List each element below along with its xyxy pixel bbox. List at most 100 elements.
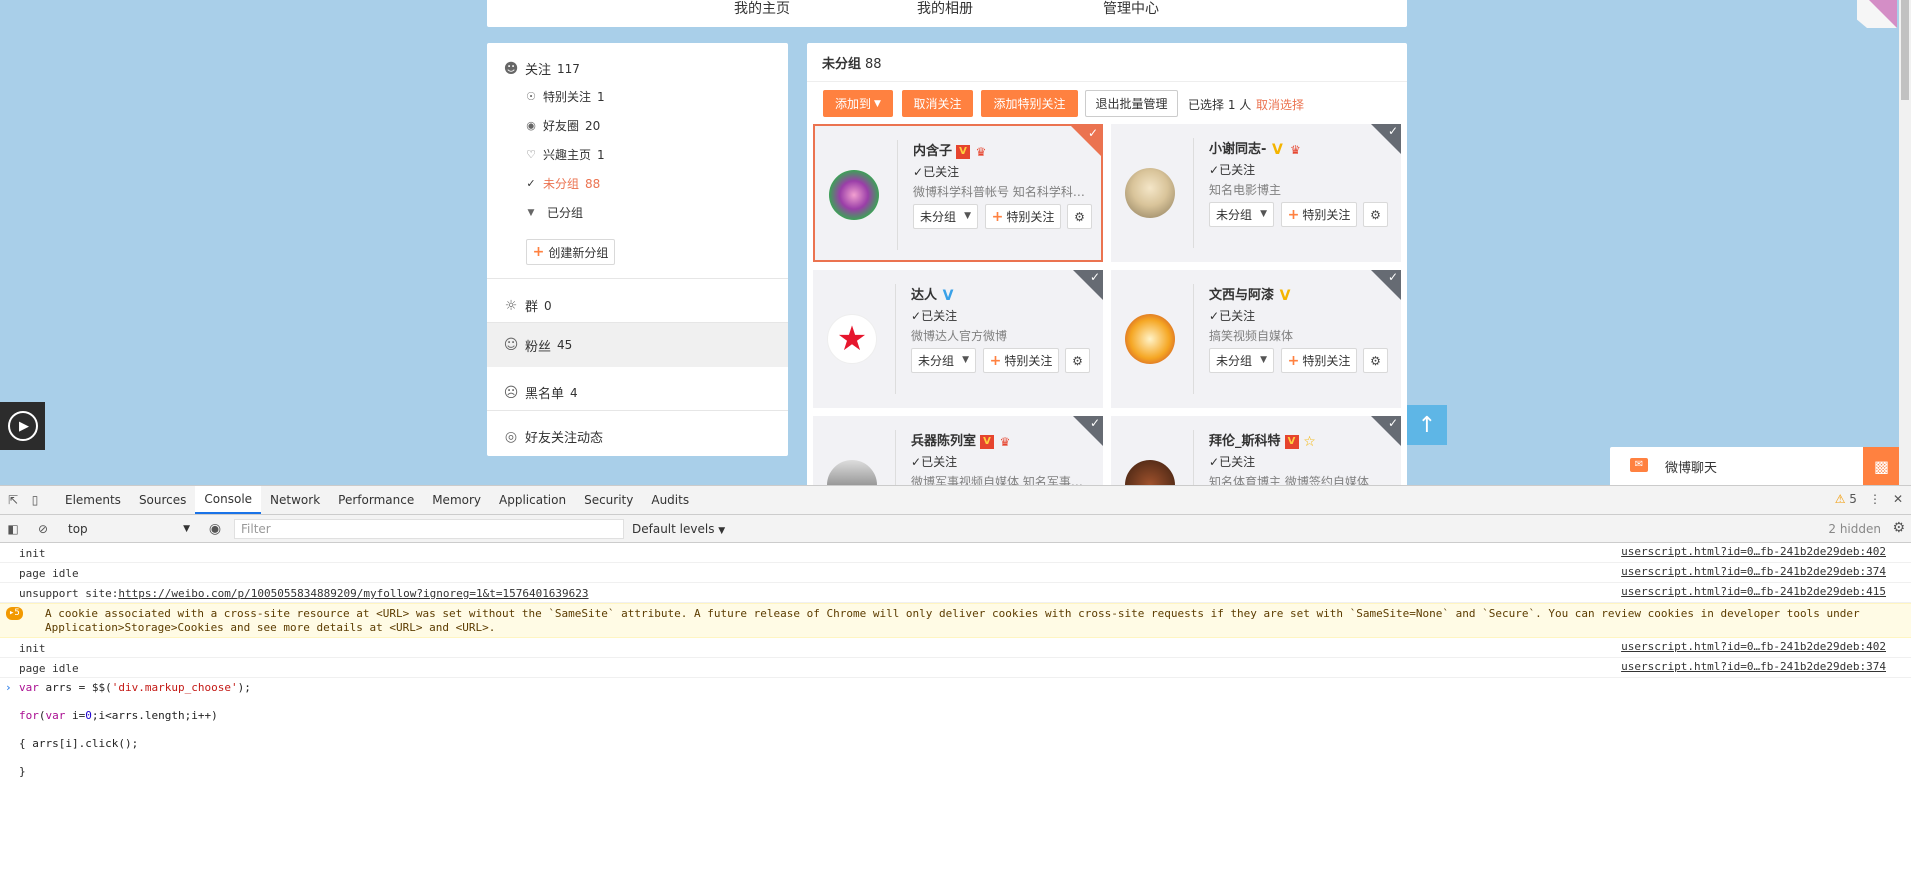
weibo-chat-bar[interactable]: ✉ 微博聊天 ▩ [1610, 447, 1900, 485]
sidebar-item-grouped[interactable]: ▼ 已分组 [524, 204, 583, 221]
sidebar-item-friend-circle[interactable]: ◉ 好友圈 20 [524, 117, 600, 134]
special-follow-button[interactable]: + 特别关注 [1281, 202, 1357, 227]
check-icon: ✓ [1209, 455, 1220, 469]
tab-sources[interactable]: Sources [130, 486, 195, 515]
special-follow-count: 1 [597, 89, 605, 104]
tab-application[interactable]: Application [490, 486, 575, 515]
sidebar-toggle-icon[interactable]: ◧ [4, 520, 22, 538]
tab-memory[interactable]: Memory [423, 486, 490, 515]
special-follow-text: 特别关注 [1302, 354, 1351, 368]
avatar[interactable] [829, 170, 879, 220]
sidebar-item-follow[interactable]: ☻ 关注 117 [503, 59, 763, 79]
warning-group-badge[interactable]: ▸5 [6, 607, 23, 620]
gear-icon[interactable]: ⚙ [1065, 348, 1090, 373]
user-name[interactable]: 内含子 [913, 144, 952, 159]
user-name[interactable]: 文西与阿漆 [1209, 288, 1274, 303]
tab-performance[interactable]: Performance [329, 486, 423, 515]
scrollbar-thumb[interactable] [1901, 0, 1909, 100]
page-title-text: 未分组 [822, 57, 862, 72]
clear-console-icon[interactable]: ⊘ [34, 520, 52, 538]
divider [895, 284, 896, 394]
log-levels-select[interactable]: Default levels ▼ [632, 522, 725, 536]
warnings-counter[interactable]: ⚠ 5 [1835, 492, 1857, 506]
nav-manage-center[interactable]: 管理中心 [1103, 0, 1159, 18]
exit-batch-button[interactable]: 退出批量管理 [1085, 90, 1178, 117]
log-source-link[interactable]: userscript.html?id=0…fb-241b2de29deb:415 [1621, 585, 1886, 598]
add-to-button[interactable]: 添加到 ▼ [823, 90, 893, 117]
gear-icon[interactable]: ⚙ [1067, 204, 1092, 229]
ungrouped-label: 未分组 [543, 177, 580, 191]
log-source-link[interactable]: userscript.html?id=0…fb-241b2de29deb:402 [1621, 545, 1886, 558]
special-follow-button[interactable]: + 特别关注 [985, 204, 1061, 229]
code-string: 'div.markup_choose' [111, 681, 238, 694]
group-select[interactable]: 未分组 ▼ [913, 204, 978, 229]
tab-elements[interactable]: Elements [56, 486, 130, 515]
follow-status: ✓已关注 [911, 307, 957, 324]
device-toolbar-icon[interactable]: ▯ [26, 491, 44, 509]
sidebar-item-friends-feed[interactable]: ◎ 好友关注动态 [503, 427, 763, 447]
page-scrollbar[interactable] [1899, 0, 1911, 485]
group-select[interactable]: 未分组 ▼ [1209, 202, 1274, 227]
user-card[interactable]: ✓ ★ 达人 V ✓已关注 微博达人官方微博 未分组 ▼ + 特别关注 ⚙ [813, 270, 1103, 408]
tab-console[interactable]: Console [195, 486, 262, 514]
sidebar-item-ungrouped[interactable]: ✓ 未分组 88 [524, 175, 600, 192]
user-name[interactable]: 拜伦_斯科特 [1209, 434, 1281, 449]
log-source-link[interactable]: userscript.html?id=0…fb-241b2de29deb:402 [1621, 640, 1886, 653]
special-follow-button[interactable]: + 特别关注 [983, 348, 1059, 373]
back-to-top-button[interactable]: ↑ [1407, 405, 1447, 445]
user-name[interactable]: 小谢同志- [1209, 142, 1266, 157]
chat-bubble-icon[interactable]: ▩ [1863, 447, 1900, 485]
user-name[interactable]: 兵器陈列室 [911, 434, 976, 449]
log-source-link[interactable]: userscript.html?id=0…fb-241b2de29deb:374 [1621, 660, 1886, 673]
arrow-up-icon: ↑ [1417, 412, 1437, 438]
gear-icon[interactable]: ⚙ [1892, 520, 1905, 536]
tab-audits[interactable]: Audits [642, 486, 698, 515]
group-select[interactable]: 未分组 ▼ [911, 348, 976, 373]
special-follow-button[interactable]: + 特别关注 [1281, 348, 1357, 373]
eye-icon[interactable]: ◉ [206, 520, 224, 538]
sidebar-item-interest-page[interactable]: ♡ 兴趣主页 1 [524, 146, 605, 163]
caret-down-icon: ▼ [964, 211, 971, 221]
fans-label: 粉丝 [525, 339, 552, 355]
close-icon[interactable]: ✕ [1893, 492, 1903, 506]
check-icon: ✓ [1387, 270, 1398, 284]
nav-my-album[interactable]: 我的相册 [917, 0, 973, 18]
user-card[interactable]: ✓ 兵器陈列室 V ♛ ✓已关注 微博军事视频自媒体 知名军事博主 [813, 416, 1103, 485]
sidebar-item-special-follow[interactable]: ☉ 特别关注 1 [524, 88, 605, 105]
avatar[interactable] [1125, 314, 1175, 364]
user-card[interactable]: ✓ 拜伦_斯科特 V ☆ ✓已关注 知名体育博主 微博签约自媒体 [1111, 416, 1401, 485]
cancel-selection-link[interactable]: 取消选择 [1256, 96, 1304, 113]
context-select[interactable]: top ▼ [64, 519, 194, 539]
nav-my-home[interactable]: 我的主页 [734, 0, 790, 18]
gear-icon[interactable]: ⚙ [1363, 348, 1388, 373]
tab-network[interactable]: Network [261, 486, 329, 515]
tab-security[interactable]: Security [575, 486, 642, 515]
sidebar-item-fans[interactable]: ☺ 粉丝 45 [487, 323, 788, 367]
sidebar-item-groups[interactable]: ☼ 群 0 [503, 296, 763, 316]
unfollow-button[interactable]: 取消关注 [902, 90, 973, 117]
user-card[interactable]: ✓ 内含子 V ♛ ✓已关注 微博科学科普帐号 知名科学科普博主 未分组 ▼ + 特别关… [813, 124, 1103, 262]
group-select[interactable]: 未分组 ▼ [1209, 348, 1274, 373]
code-text: arrs = $$( [38, 681, 112, 694]
follow-status: ✓已关注 [913, 163, 959, 180]
create-group-button[interactable]: + 创建新分组 [526, 239, 615, 265]
avatar[interactable] [827, 460, 877, 485]
sidebar-item-blacklist[interactable]: ☹ 黑名单 4 [503, 383, 763, 403]
add-special-follow-button[interactable]: 添加特别关注 [981, 90, 1078, 117]
avatar[interactable] [1125, 168, 1175, 218]
user-card[interactable]: ✓ 文西与阿漆 V ✓已关注 搞笑视频自媒体 未分组 ▼ + 特别关注 ⚙ [1111, 270, 1401, 408]
avatar[interactable] [1125, 460, 1175, 485]
avatar[interactable]: ★ [827, 314, 877, 364]
friend-circle-label: 好友圈 [543, 119, 580, 133]
filter-input[interactable]: Filter [234, 518, 624, 539]
inspect-element-icon[interactable]: ⇱ [4, 491, 22, 509]
log-source-link[interactable]: userscript.html?id=0…fb-241b2de29deb:374 [1621, 565, 1886, 578]
video-play-button[interactable]: ▶ [0, 402, 45, 450]
page-corner-fold[interactable] [1857, 0, 1897, 28]
fans-icon: ☺ [503, 337, 519, 353]
user-name[interactable]: 达人 [911, 288, 937, 303]
more-options-icon[interactable]: ⋮ [1869, 492, 1881, 506]
user-card[interactable]: ✓ 小谢同志- V ♛ ✓已关注 知名电影博主 未分组 ▼ + 特别关注 ⚙ [1111, 124, 1401, 262]
log-url-link[interactable]: https://weibo.com/p/1005055834889209/myf… [118, 587, 588, 600]
gear-icon[interactable]: ⚙ [1363, 202, 1388, 227]
